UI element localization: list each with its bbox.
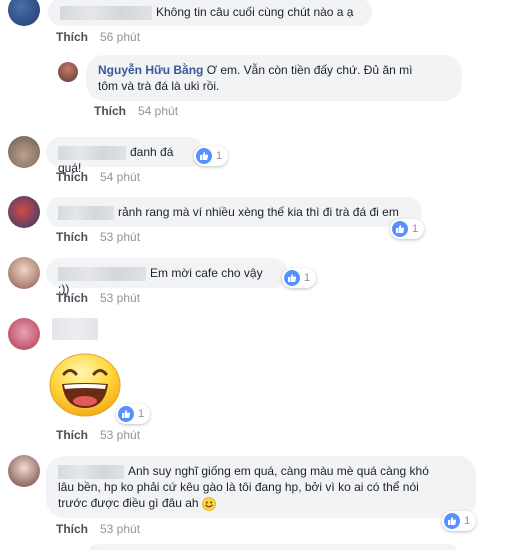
timestamp[interactable]: 56 phút [100, 30, 140, 44]
comment-bubble: rảnh rang mà ví nhiều xèng thế kia thì đ… [46, 197, 422, 227]
reply-bubble: Nguyễn Hữu Bằng Ơ em. Vẫn còn tiền đấy c… [86, 55, 462, 101]
blurred-name [60, 5, 152, 20]
comment-bubble: Em mời cafe cho vậy :)) [46, 258, 288, 296]
comment-text: Anh suy nghĩ giống em quá, càng màu mè q… [128, 464, 429, 478]
comment-text-cont: lâu bền, hp ko phải cứ kêu gào là tôi đa… [58, 480, 419, 494]
comment-bubble: Không tin câu cuối cùng chút nào a ạ [48, 0, 372, 26]
like-link[interactable]: Thích [56, 291, 88, 305]
comment-text-cont: trước được điều gì đâu ah [58, 496, 199, 510]
comment-text: Ơ em. Vẫn còn tiền đấy chứ. Đủ ăn mì [206, 63, 413, 77]
comment-meta: Thích 53 phút [56, 230, 140, 244]
avatar[interactable] [8, 455, 40, 487]
timestamp[interactable]: 53 phút [100, 522, 140, 536]
like-reaction-icon [118, 406, 134, 422]
blurred-name [52, 318, 98, 340]
blurred-name [58, 145, 126, 160]
like-reaction-icon [392, 221, 408, 237]
like-link[interactable]: Thích [56, 522, 88, 536]
timestamp[interactable]: 54 phút [138, 104, 178, 118]
timestamp[interactable]: 53 phút [100, 428, 140, 442]
comment-author[interactable]: Nguyễn Hữu Bằng [98, 63, 203, 77]
comment-text: rảnh rang mà ví nhiều xèng thế kia thì đ… [118, 205, 399, 219]
like-link[interactable]: Thích [56, 428, 88, 442]
smile-emoji-icon [201, 496, 216, 511]
comment-meta: Thích 53 phút [56, 428, 140, 442]
comment-meta: Thích 53 phút [56, 291, 140, 305]
like-link[interactable]: Thích [56, 30, 88, 44]
blurred-name [58, 205, 114, 220]
reaction-number: 1 [216, 150, 223, 162]
avatar[interactable] [8, 196, 40, 228]
avatar[interactable] [8, 257, 40, 289]
comment-bubble: đanh đá quá! [46, 137, 204, 175]
reaction-number: 1 [464, 515, 471, 527]
reaction-number: 1 [138, 408, 145, 420]
timestamp[interactable]: 53 phút [100, 291, 140, 305]
reaction-count[interactable]: 1 [442, 511, 477, 531]
like-link[interactable]: Thích [94, 104, 126, 118]
comment-text: Không tin câu cuối cùng chút nào a ạ [156, 5, 354, 19]
avatar[interactable] [8, 0, 40, 26]
comment-meta: Thích 56 phút [56, 30, 140, 44]
avatar[interactable] [8, 136, 40, 168]
reaction-number: 1 [304, 272, 311, 284]
like-reaction-icon [444, 513, 460, 529]
reaction-number: 1 [412, 223, 419, 235]
reaction-count[interactable]: 1 [116, 404, 151, 424]
blurred-name [58, 464, 124, 479]
reply-bubble [88, 544, 458, 550]
like-link[interactable]: Thích [56, 170, 88, 184]
like-link[interactable]: Thích [56, 230, 88, 244]
blurred-name [58, 266, 146, 281]
avatar[interactable] [58, 62, 78, 82]
comment-meta: Thích 54 phút [94, 104, 178, 118]
comment-bubble: Anh suy nghĩ giống em quá, càng màu mè q… [46, 456, 476, 518]
comment-meta: Thích 54 phút [56, 170, 140, 184]
like-reaction-icon [196, 148, 212, 164]
comment-text-cont: tôm và trà đá là uki rồi. [98, 79, 220, 93]
laughing-sticker-icon [48, 352, 122, 418]
reaction-count[interactable]: 1 [390, 219, 425, 239]
reaction-count[interactable]: 1 [282, 268, 317, 288]
timestamp[interactable]: 54 phút [100, 170, 140, 184]
timestamp[interactable]: 53 phút [100, 230, 140, 244]
like-reaction-icon [284, 270, 300, 286]
avatar[interactable] [8, 318, 40, 350]
reaction-count[interactable]: 1 [194, 146, 229, 166]
comment-meta: Thích 53 phút [56, 522, 140, 536]
